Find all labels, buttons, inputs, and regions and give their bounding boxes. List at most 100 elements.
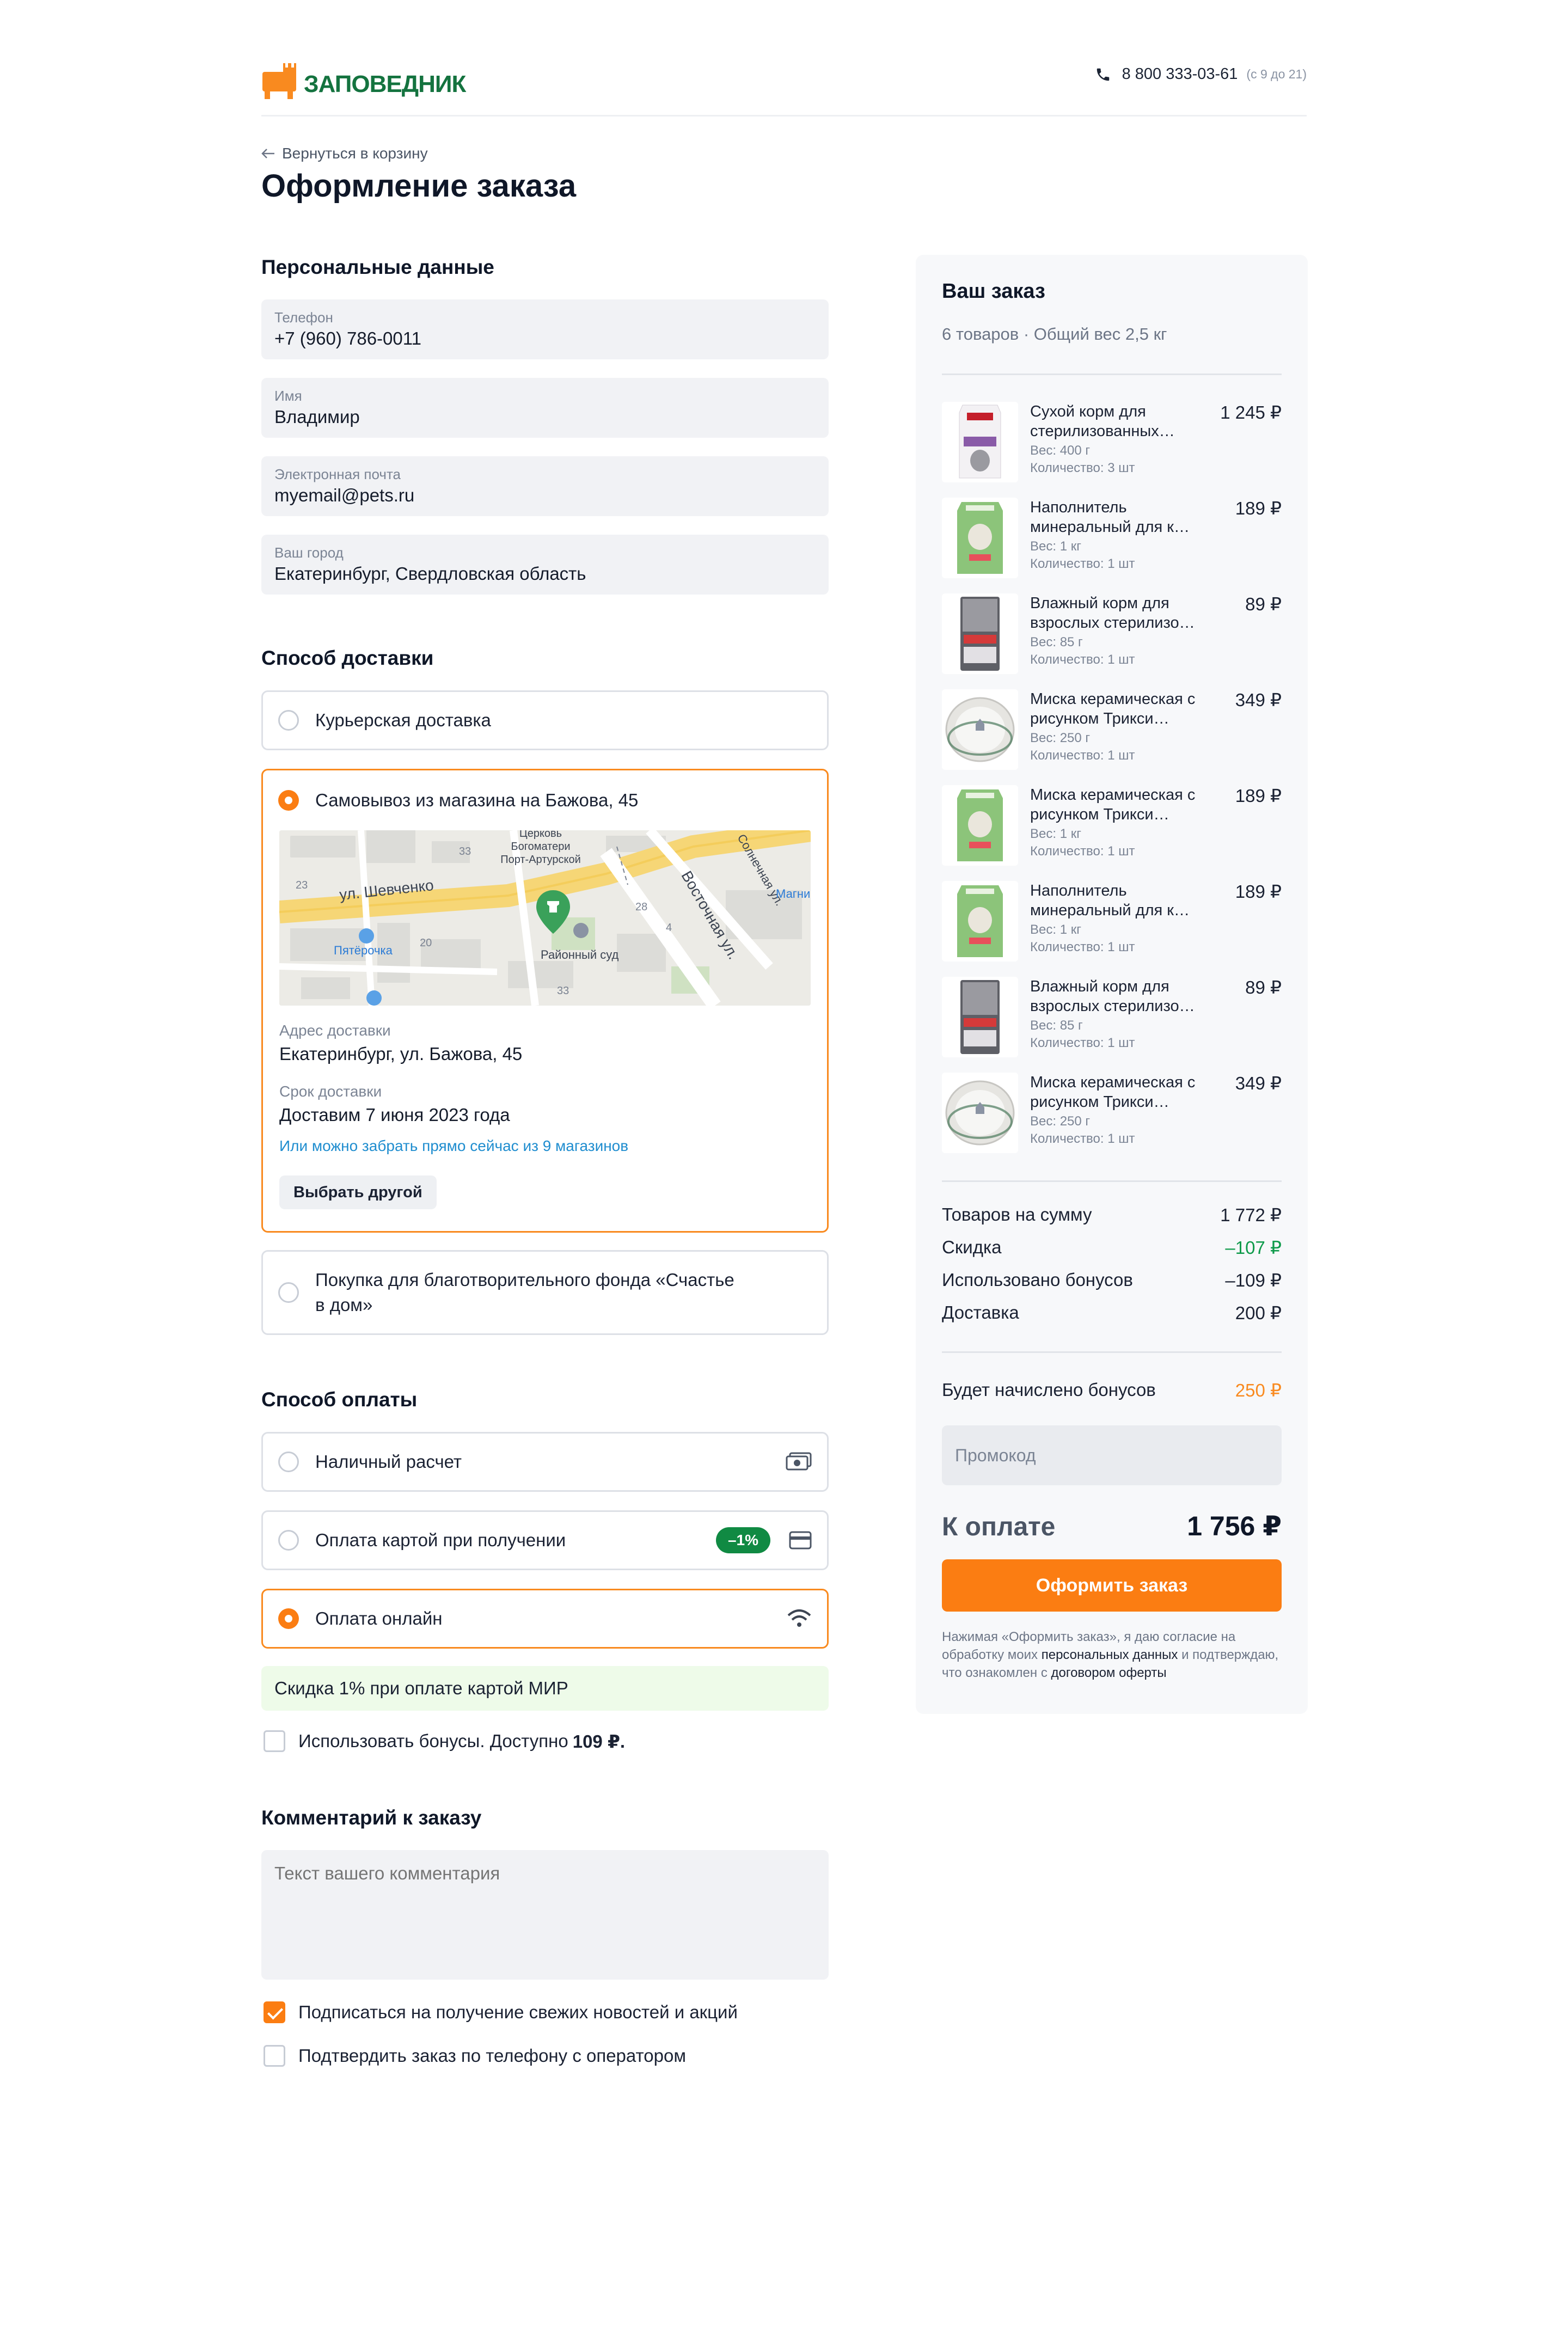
option-label: Оплата картой при получении (315, 1530, 566, 1550)
place-order-button[interactable]: Оформить заказ (942, 1559, 1282, 1612)
field-value: Екатеринбург, Свердловская область (274, 564, 586, 584)
product-name: Наполнитель минеральный для к… (1030, 499, 1190, 536)
radio-unchecked[interactable] (278, 1452, 299, 1472)
checkbox-unchecked[interactable] (264, 2045, 285, 2067)
total-label: Доставка (942, 1302, 1019, 1322)
total-label: Скидка (942, 1237, 1002, 1257)
order-item[interactable]: Сухой корм для стерилизованных… Вес: 400 … (942, 402, 1282, 483)
pickup-header[interactable]: Самовывоз из магазина на Бажова, 45 (278, 790, 638, 811)
product-weight: Вес: 85 г (1030, 635, 1083, 650)
total-label: Товаров на сумму (942, 1204, 1092, 1224)
promo-code-input[interactable]: Промокод (942, 1425, 1282, 1485)
map-house-number: 33 (459, 846, 471, 858)
personal-data-link[interactable]: персональных данных (1042, 1648, 1178, 1662)
radio-unchecked[interactable] (278, 1530, 299, 1551)
comment-section-title: Комментарий к заказу (261, 1807, 482, 1829)
product-price: 189 ₽ (1235, 786, 1282, 806)
checkbox-checked[interactable] (264, 2001, 285, 2023)
radio-checked[interactable] (278, 1608, 299, 1629)
product-price: 349 ₽ (1235, 690, 1282, 710)
store-map[interactable]: ул. Шевченко Восточная ул. Солнечная ул.… (279, 830, 811, 1006)
order-item[interactable]: Миска керамическая с рисунком Трикси… Вес… (942, 1073, 1282, 1154)
product-name: Миска керамическая с рисунком Трикси… (1030, 690, 1196, 727)
delivery-option-pickup[interactable]: Самовывоз из магазина на Бажова, 45 ул. … (261, 769, 829, 1233)
other-stores-link[interactable]: Или можно забрать прямо сейчас из 9 мага… (279, 1137, 628, 1155)
field-label: Ваш город (274, 544, 344, 561)
header-phone[interactable]: 8 800 333-03-61 (с 9 до 21) (1095, 65, 1307, 83)
product-name: Миска керамическая с рисунком Трикси… (1030, 1074, 1196, 1111)
cash-icon (786, 1452, 812, 1471)
map-court-icon (573, 923, 589, 938)
total-row-discount: Скидка –107 ₽ (942, 1237, 1282, 1258)
email-field[interactable]: Электронная почта myemail@pets.ru (261, 456, 829, 516)
bonus-accrual-value: 250 ₽ (1235, 1380, 1282, 1400)
order-item[interactable]: Миска керамическая с рисунком Трикси… Вес… (942, 785, 1282, 867)
field-value: myemail@pets.ru (274, 485, 415, 505)
option-label: Курьерская доставка (315, 710, 491, 730)
map-house-number: 23 (296, 879, 308, 891)
product-image (942, 785, 1018, 866)
offer-agreement-link[interactable]: договором оферты (1051, 1665, 1166, 1680)
product-price: 89 ₽ (1245, 977, 1282, 997)
order-item[interactable]: Наполнитель минеральный для к… Вес: 1 кг К… (942, 881, 1282, 963)
product-weight: Вес: 250 г (1030, 731, 1091, 745)
field-value: +7 (960) 786-0011 (274, 328, 422, 348)
product-image (942, 498, 1018, 578)
delivery-option-charity[interactable]: Покупка для благотворительного фонда «Сч… (261, 1250, 829, 1335)
checkbox-unchecked[interactable] (264, 1730, 285, 1752)
product-image (942, 881, 1018, 962)
map-store-pin-icon[interactable] (534, 889, 572, 938)
payment-option-cash[interactable]: Наличный расчет (261, 1432, 829, 1492)
to-pay-label: К оплате (942, 1512, 1056, 1541)
radio-unchecked[interactable] (278, 1282, 299, 1303)
total-to-pay-row: К оплате 1 756 ₽ (942, 1510, 1282, 1542)
city-field[interactable]: Ваш город Екатеринбург, Свердловская обл… (261, 535, 829, 595)
comment-textarea[interactable] (261, 1850, 829, 1980)
product-price: 349 ₽ (1235, 1073, 1282, 1093)
delivery-option-courier[interactable]: Курьерская доставка (261, 690, 829, 750)
page-title: Оформление заказа (261, 168, 577, 204)
product-price: 1 245 ₽ (1220, 402, 1282, 422)
radio-checked[interactable] (278, 790, 299, 811)
payment-option-card-on-receipt[interactable]: Оплата картой при получении –1% (261, 1510, 829, 1570)
radio-unchecked[interactable] (278, 710, 299, 731)
product-quantity: Количество: 1 шт (1030, 1131, 1135, 1146)
product-quantity: Количество: 1 шт (1030, 652, 1135, 667)
product-price: 189 ₽ (1235, 881, 1282, 902)
logo[interactable]: ЗАПОВЕДНИК (261, 62, 466, 100)
product-quantity: Количество: 1 шт (1030, 1036, 1135, 1050)
order-summary: Ваш заказ 6 товаров · Общий вес 2,5 кг С… (916, 255, 1308, 1714)
bonus-accrual-label: Будет начислено бонусов (942, 1380, 1156, 1400)
name-field[interactable]: Имя Владимир (261, 378, 829, 438)
map-poi-label: Районный суд (541, 948, 619, 962)
subscribe-checkbox-row[interactable]: Подписаться на получение свежих новостей… (264, 2001, 738, 2023)
choose-other-button[interactable]: Выбрать другой (279, 1175, 437, 1209)
option-label: Самовывоз из магазина на Бажова, 45 (315, 790, 639, 810)
term-label: Срок доставки (279, 1083, 382, 1100)
legal-note: Нажимая «Оформить заказ», я даю согласие… (942, 1628, 1279, 1682)
product-weight: Вес: 400 г (1030, 443, 1091, 458)
bonus-accrual-row: Будет начислено бонусов 250 ₽ (942, 1380, 1282, 1401)
product-image (942, 402, 1018, 482)
logo-text: ЗАПОВЕДНИК (304, 71, 466, 97)
phone-number: 8 800 333-03-61 (1122, 65, 1238, 83)
subscribe-label: Подписаться на получение свежих новостей… (298, 2002, 738, 2022)
confirm-phone-checkbox-row[interactable]: Подтвердить заказ по телефону с оператор… (264, 2045, 686, 2067)
site-header: ЗАПОВЕДНИК 8 800 333-03-61 (с 9 до 21) (261, 59, 1307, 117)
back-to-cart-link[interactable]: Вернуться в корзину (261, 145, 428, 162)
divider (942, 1180, 1282, 1182)
order-item[interactable]: Влажный корм для взрослых стерилизо… Вес:… (942, 593, 1282, 675)
phone-field[interactable]: Телефон +7 (960) 786-0011 (261, 299, 829, 359)
product-weight: Вес: 1 кг (1030, 922, 1081, 937)
order-item[interactable]: Миска керамическая с рисунком Трикси… Вес… (942, 689, 1282, 771)
use-bonuses-checkbox-row[interactable]: Использовать бонусы. Доступно 109 ₽. (264, 1730, 625, 1752)
credit-card-icon (789, 1531, 812, 1550)
product-quantity: Количество: 1 шт (1030, 748, 1135, 763)
order-item[interactable]: Влажный корм для взрослых стерилизо… Вес:… (942, 977, 1282, 1058)
payment-option-online[interactable]: Оплата онлайн (261, 1589, 829, 1649)
wifi-icon (787, 1609, 811, 1627)
total-row-bonuses: Использовано бонусов –109 ₽ (942, 1270, 1282, 1291)
field-label: Телефон (274, 309, 333, 326)
term-value: Доставим 7 июня 2023 года (279, 1105, 510, 1125)
order-item[interactable]: Наполнитель минеральный для к… Вес: 1 кг К… (942, 498, 1282, 579)
